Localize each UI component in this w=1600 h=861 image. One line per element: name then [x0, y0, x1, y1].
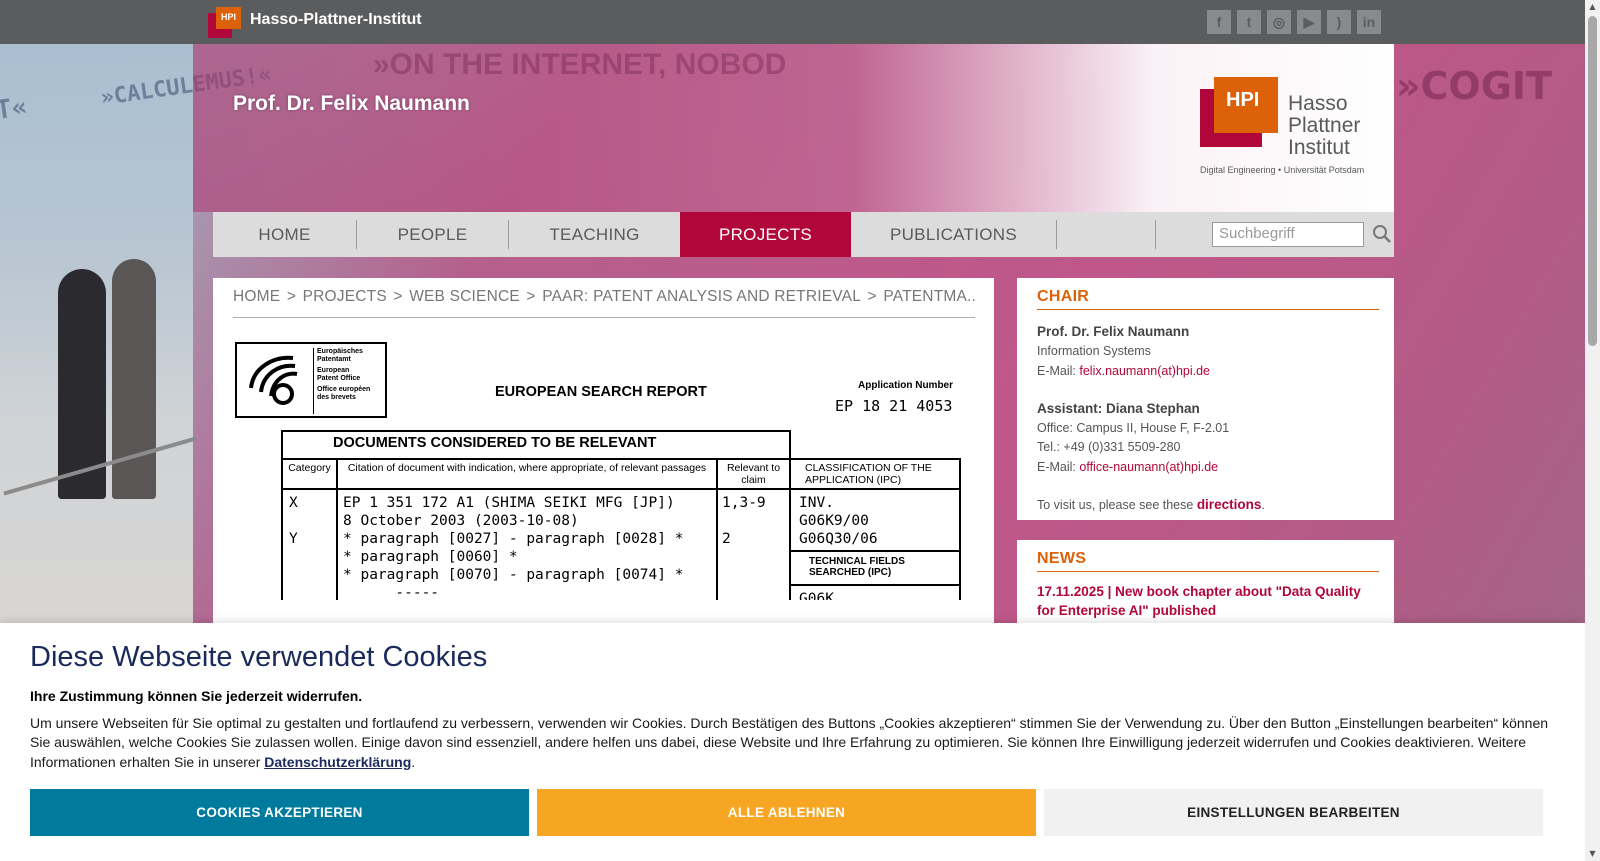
column-classification: CLASSIFICATION OF THE APPLICATION (IPC) [789, 458, 961, 490]
category-values: X Y [281, 488, 338, 600]
application-number: EP 18 21 4053 [835, 397, 953, 415]
breadcrumb-web-science[interactable]: WEB SCIENCE [409, 288, 520, 305]
classification-values: INV. G06K9/00 G06Q30/06 [791, 490, 959, 552]
nav-teaching[interactable]: TEACHING [509, 212, 680, 257]
scroll-up-arrow-icon[interactable]: ▲ [1588, 2, 1597, 12]
cookie-text: Um unsere Webseiten für Sie optimal zu g… [30, 715, 1549, 770]
chair-email-link[interactable]: felix.naumann(at)hpi.de [1079, 364, 1210, 378]
instagram-icon[interactable]: ◎ [1267, 10, 1291, 34]
background-quote-right: »COGIT [1396, 64, 1552, 108]
nav-home[interactable]: HOME [213, 212, 356, 257]
relevant-claims: 1,3-9 2 [716, 488, 791, 600]
column-category: Category [281, 458, 338, 490]
hpi-small-logo[interactable]: HPI [208, 7, 242, 38]
scroll-down-arrow-icon[interactable]: ▼ [1588, 849, 1597, 859]
patent-search-report-image: Europäisches Patentamt European Patent O… [233, 340, 975, 600]
epo-office-names: Europäisches Patentamt European Patent O… [313, 348, 370, 414]
main-content: HOME > PROJECTS > WEB SCIENCE > PAAR: PA… [213, 278, 994, 623]
twitter-icon[interactable]: t [1237, 10, 1261, 34]
facebook-icon[interactable]: f [1207, 10, 1231, 34]
page-title[interactable]: Prof. Dr. Felix Naumann [233, 92, 470, 116]
page-scrollbar[interactable]: ▲ ▼ [1585, 0, 1600, 861]
background-quote-header: »ON THE INTERNET, NOBOD [373, 48, 787, 81]
breadcrumb-paar[interactable]: PAAR: PATENT ANALYSIS AND RETRIEVAL [542, 288, 861, 305]
breadcrumb-separator: > [286, 288, 297, 305]
nav-divider [1155, 220, 1156, 249]
cookie-title: Diese Webseite verwendet Cookies [30, 641, 488, 673]
column-relevant: Relevant to claim [716, 458, 791, 490]
table-title: DOCUMENTS CONSIDERED TO BE RELEVANT [281, 430, 791, 460]
nav-projects[interactable]: PROJECTS [680, 212, 851, 257]
breadcrumb-separator: > [867, 288, 877, 305]
linkedin-icon[interactable]: in [1357, 10, 1381, 34]
application-number-label: Application Number [858, 380, 954, 391]
citation-text: EP 1 351 172 A1 (SHIMA SEIKI MFG [JP]) 8… [336, 488, 718, 600]
email-label: E-Mail: [1037, 363, 1080, 378]
search-icon[interactable] [1371, 223, 1393, 245]
scrollbar-thumb[interactable] [1588, 16, 1597, 346]
cookie-settings-button[interactable]: EINSTELLUNGEN BEARBEITEN [1044, 789, 1543, 836]
column-citation: Citation of document with indication, wh… [336, 458, 718, 490]
brand-name[interactable]: Hasso-Plattner-Institut [250, 11, 422, 29]
search-input[interactable]: Suchbegriff [1212, 222, 1364, 247]
chair-box: CHAIR Prof. Dr. Felix Naumann Informatio… [1017, 278, 1394, 520]
report-title: EUROPEAN SEARCH REPORT [495, 384, 707, 400]
main-navigation: HOME PEOPLE TEACHING PROJECTS PUBLICATIO… [213, 212, 1394, 257]
assistant-office: Office: Campus II, House F, F-2.01 [1037, 421, 1230, 436]
news-heading: NEWS [1037, 550, 1379, 572]
youtube-icon[interactable]: ▶ [1297, 10, 1321, 34]
chair-info: Prof. Dr. Felix Naumann Information Syst… [1037, 324, 1265, 513]
cookie-subtitle: Ihre Zustimmung können Sie jederzeit wid… [30, 688, 363, 704]
breadcrumb-home[interactable]: HOME [233, 288, 280, 305]
chair-name: Prof. Dr. Felix Naumann [1037, 324, 1190, 339]
accept-cookies-button[interactable]: COOKIES AKZEPTIEREN [30, 789, 529, 836]
assistant-name: Assistant: Diana Stephan [1037, 400, 1200, 416]
cookie-banner: Diese Webseite verwendet Cookies Ihre Zu… [0, 623, 1585, 861]
hpi-logo[interactable]: HPI Hasso Plattner Institut Digital Engi… [1200, 77, 1380, 177]
news-item-link[interactable]: 17.11.2025 | New book chapter about "Dat… [1037, 582, 1377, 620]
relevant-documents-table: DOCUMENTS CONSIDERED TO BE RELEVANT Cate… [281, 430, 961, 600]
reject-all-button[interactable]: ALLE ABLEHNEN [537, 789, 1036, 836]
hpi-logo-name: Hasso Plattner Institut [1288, 92, 1361, 159]
breadcrumb-separator: > [393, 288, 403, 305]
breadcrumb-current: PATENTMA... [883, 288, 975, 305]
chair-heading: CHAIR [1037, 288, 1379, 310]
background-person [112, 259, 156, 499]
breadcrumb-projects[interactable]: PROJECTS [303, 288, 387, 305]
rss-icon[interactable]: ) [1327, 10, 1351, 34]
chair-group: Information Systems [1037, 344, 1151, 359]
top-bar: HPI Hasso-Plattner-Institut f t ◎ ▶ ) in [0, 0, 1585, 44]
email-label: E-Mail: [1037, 459, 1080, 474]
assistant-email-link[interactable]: office-naumann(at)hpi.de [1079, 460, 1218, 474]
technical-fields-value: G06K [799, 591, 834, 600]
nav-people[interactable]: PEOPLE [357, 212, 508, 257]
epo-logo-box: Europäisches Patentamt European Patent O… [235, 342, 387, 418]
background-quote-left: T« [0, 91, 30, 127]
technical-fields-label: TECHNICAL FIELDS SEARCHED (IPC) [791, 552, 959, 586]
directions-link[interactable]: directions [1197, 497, 1262, 512]
nav-empty[interactable] [1057, 212, 1155, 257]
news-box: NEWS 17.11.2025 | New book chapter about… [1017, 540, 1394, 630]
nav-publications[interactable]: PUBLICATIONS [851, 212, 1056, 257]
visit-text: To visit us, please see these [1037, 498, 1197, 513]
privacy-policy-link[interactable]: Datenschutzerklärung [264, 754, 411, 770]
background-left-photo: T« »CALCULEMUS!« [0, 44, 273, 664]
social-links: f t ◎ ▶ ) in [1207, 10, 1381, 34]
assistant-phone: Tel.: +49 (0)331 5509-280 [1037, 440, 1181, 455]
breadcrumb-separator: > [526, 288, 536, 305]
hpi-logo-tagline: Digital Engineering • Universität Potsda… [1200, 165, 1365, 175]
epo-emblem-icon [249, 355, 298, 405]
breadcrumb: HOME > PROJECTS > WEB SCIENCE > PAAR: PA… [233, 288, 975, 318]
